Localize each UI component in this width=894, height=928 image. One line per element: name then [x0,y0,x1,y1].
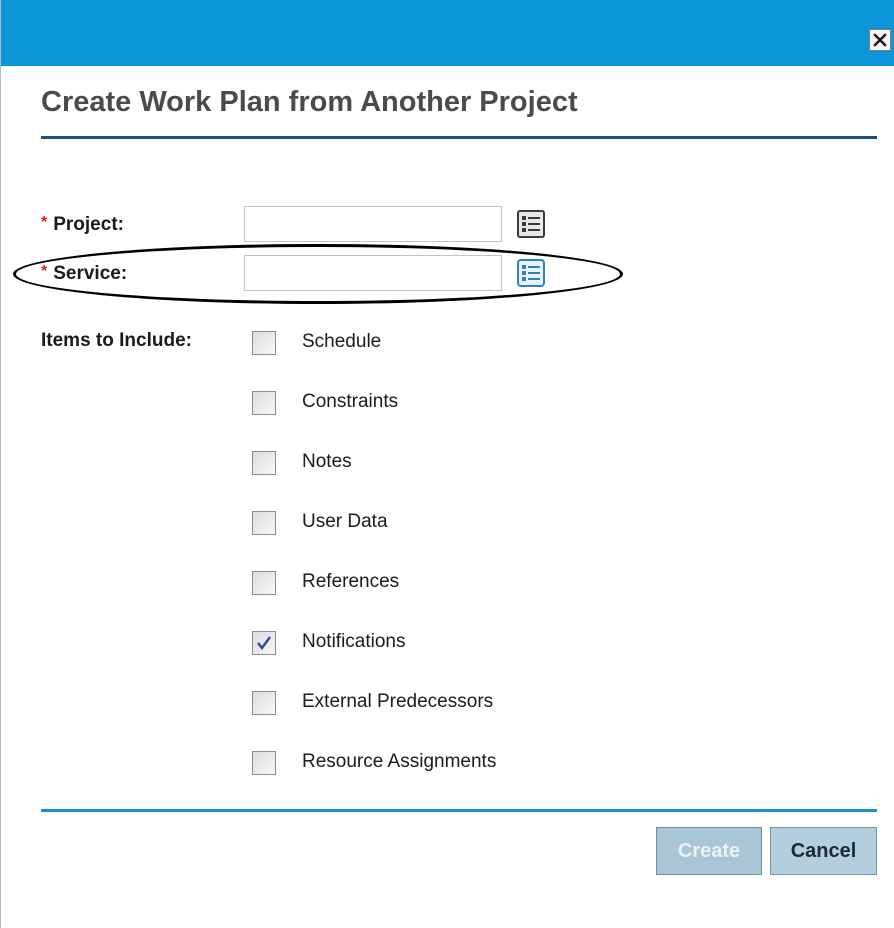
service-label-text: Service: [53,263,128,284]
service-picker-button[interactable] [517,259,545,287]
close-icon [873,33,887,47]
schedule-label: Schedule [302,331,382,352]
list-picker-icon [517,259,545,287]
dialog-titlebar [1,0,894,66]
user-data-checkbox[interactable] [252,511,276,535]
footer-divider [41,809,877,812]
service-input[interactable] [244,255,502,291]
resource-assignments-checkbox[interactable] [252,751,276,775]
service-label: * Service: [41,263,127,285]
references-label: References [302,571,400,592]
list-picker-icon [517,210,545,238]
project-label: * Project: [41,214,124,236]
dialog-title: Create Work Plan from Another Project [41,86,578,118]
notifications-checkbox[interactable] [252,631,276,655]
resource-assignments-label: Resource Assignments [302,751,497,772]
create-work-plan-dialog: Create Work Plan from Another Project * P… [0,0,894,928]
user-data-label: User Data [302,511,388,532]
close-button[interactable] [869,29,891,51]
constraints-label: Constraints [302,391,399,412]
project-picker-button[interactable] [517,210,545,238]
notes-checkbox[interactable] [252,451,276,475]
references-checkbox[interactable] [252,571,276,595]
required-marker: * [41,214,48,231]
items-to-include-label: Items to Include: [41,330,192,351]
required-marker: * [41,263,48,280]
project-input[interactable] [244,206,502,242]
heading-divider [41,136,877,139]
cancel-button[interactable]: Cancel [770,827,877,875]
constraints-checkbox[interactable] [252,391,276,415]
create-button[interactable]: Create [656,827,762,875]
external-predecessors-label: External Predecessors [302,691,494,712]
checkmark-icon [257,636,271,650]
notifications-label: Notifications [302,631,406,652]
schedule-checkbox[interactable] [252,331,276,355]
external-predecessors-checkbox[interactable] [252,691,276,715]
project-label-text: Project: [53,214,124,235]
notes-label: Notes [302,451,352,472]
